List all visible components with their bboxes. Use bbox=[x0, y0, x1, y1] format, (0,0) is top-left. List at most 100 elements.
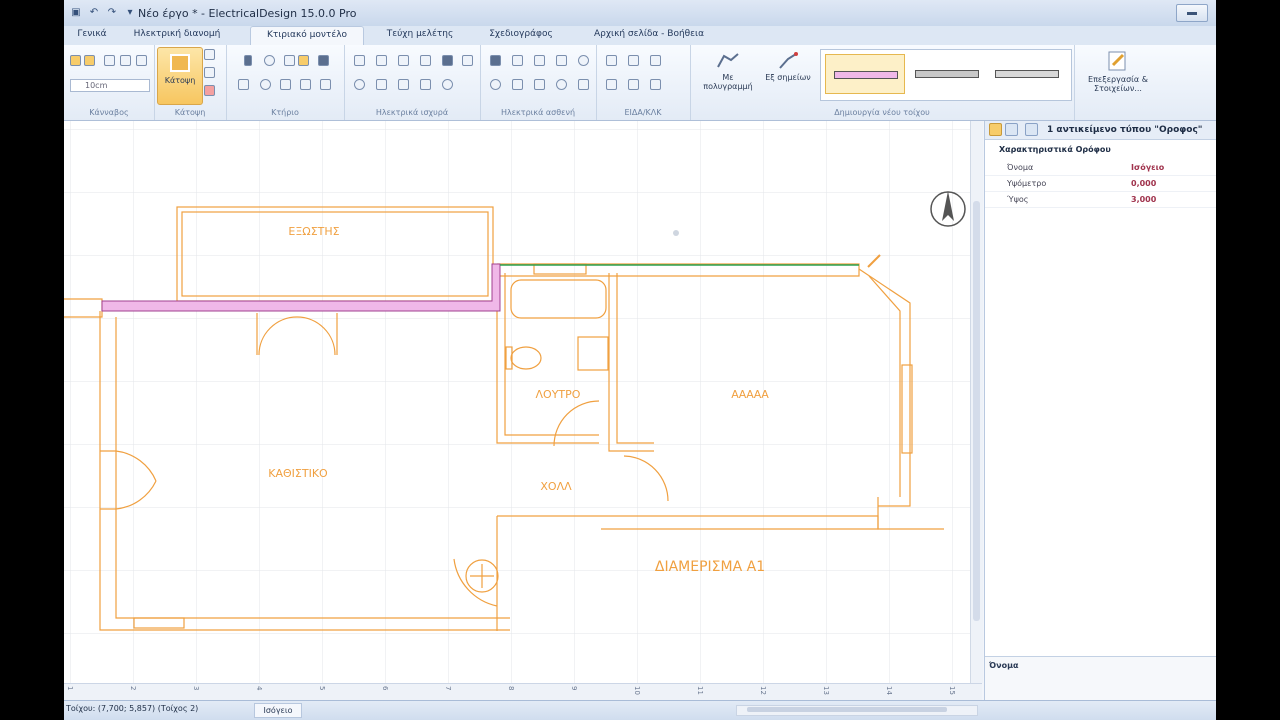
tab-general[interactable]: Γενικά bbox=[68, 29, 116, 39]
wall-lamp-icon[interactable] bbox=[420, 55, 431, 66]
klk-icon-3[interactable] bbox=[650, 79, 661, 90]
tab-electrical-distribution[interactable]: Ηλεκτρική διανομή bbox=[126, 29, 228, 39]
lamp-icon[interactable] bbox=[354, 55, 365, 66]
wall-tool-icon[interactable] bbox=[318, 55, 329, 66]
property-value[interactable]: 0,000 bbox=[1131, 179, 1156, 188]
property-name: Ύψος bbox=[1007, 195, 1029, 204]
spot-icon[interactable] bbox=[398, 55, 409, 66]
quick-access-toolbar: ▣ ↶ ↷ ▾ bbox=[70, 6, 136, 18]
horizontal-scrollbar[interactable] bbox=[736, 705, 978, 716]
property-value[interactable]: 3,000 bbox=[1131, 195, 1156, 204]
hand-tool-icon[interactable] bbox=[298, 55, 309, 66]
eida-icon-1[interactable] bbox=[606, 55, 617, 66]
grid-settings-icon[interactable] bbox=[104, 55, 115, 66]
window-title: Νέο έργο * - ElectricalDesign 15.0.0 Pro bbox=[138, 7, 357, 20]
zoom-icon[interactable] bbox=[264, 55, 275, 66]
property-value[interactable]: Ισόγειο bbox=[1131, 163, 1164, 172]
klk-icon-1[interactable] bbox=[606, 79, 617, 90]
points-wall-button[interactable]: Εξ σημείων bbox=[762, 51, 814, 82]
grid-lock-icon[interactable] bbox=[136, 55, 147, 66]
tab-study-documents[interactable]: Τεύχη μελέτης bbox=[372, 29, 468, 39]
save-icon[interactable]: ▣ bbox=[70, 6, 82, 18]
group-eida-label: ΕΙΔΑ/ΚΛΚ bbox=[624, 108, 662, 117]
minimize-button[interactable] bbox=[1176, 4, 1208, 22]
ortho-icon[interactable] bbox=[120, 55, 131, 66]
floor-add-icon[interactable] bbox=[204, 49, 215, 60]
eida-icon-3[interactable] bbox=[650, 55, 661, 66]
current-floor-tab[interactable]: Ισόγειο bbox=[254, 703, 302, 718]
undo-icon[interactable]: ↶ bbox=[88, 6, 100, 18]
ruler-tick: 12 bbox=[759, 686, 767, 695]
edit-elements-button[interactable]: Επεξεργασία & Στοιχείων... bbox=[1080, 49, 1156, 93]
network-icon[interactable] bbox=[512, 55, 523, 66]
antenna-icon[interactable] bbox=[534, 55, 545, 66]
tab-drafter[interactable]: Σχεδιογράφος bbox=[474, 29, 568, 39]
intercom-icon[interactable] bbox=[556, 55, 567, 66]
wall-type-2[interactable] bbox=[907, 54, 987, 94]
property-row-name[interactable]: Όνομα Ισόγειο bbox=[985, 161, 1216, 176]
polyline-wall-button[interactable]: Με πολυγραμμή bbox=[700, 51, 756, 91]
group-grid: 10cm Κάνναβος bbox=[64, 45, 155, 120]
alarm-icon[interactable] bbox=[512, 79, 523, 90]
ruler-tick: 3 bbox=[192, 686, 200, 691]
edit-elements-icon bbox=[1108, 51, 1126, 71]
motor-icon[interactable] bbox=[442, 79, 453, 90]
customize-qat-icon[interactable]: ▾ bbox=[124, 6, 136, 18]
property-name: Υψόμετρο bbox=[1007, 179, 1047, 188]
vertical-scroll-thumb[interactable] bbox=[973, 201, 980, 621]
tv-icon[interactable] bbox=[534, 79, 545, 90]
alphabetical-view-icon[interactable] bbox=[1005, 123, 1018, 136]
sort-icon[interactable] bbox=[1025, 123, 1038, 136]
data-outlet-icon[interactable] bbox=[578, 79, 589, 90]
wall-type-gallery bbox=[820, 49, 1072, 101]
ruler-tick: 4 bbox=[255, 686, 263, 691]
column-icon[interactable] bbox=[260, 79, 271, 90]
speaker-icon[interactable] bbox=[490, 55, 501, 66]
camera-icon[interactable] bbox=[578, 55, 589, 66]
switch-icon[interactable] bbox=[354, 79, 365, 90]
text-icon[interactable] bbox=[280, 79, 291, 90]
tab-building-model[interactable]: Κτιριακό μοντέλο bbox=[250, 26, 364, 45]
socket-icon[interactable] bbox=[462, 55, 473, 66]
comment-icon[interactable] bbox=[300, 79, 311, 90]
dimension-icon[interactable] bbox=[320, 79, 331, 90]
floorplan-button[interactable]: Κάτοψη bbox=[157, 47, 203, 105]
bottom-ruler: 1 2 3 4 5 6 7 8 9 10 11 12 13 14 15 bbox=[64, 683, 982, 701]
categorized-view-icon[interactable] bbox=[989, 123, 1002, 136]
room-icon[interactable] bbox=[238, 79, 249, 90]
phone-icon[interactable] bbox=[376, 79, 387, 90]
floor-plan[interactable]: ΕΞΩΣΤΗΣ ΛΟΥΤΡΟ ΑΑΑΑΑ ΚΑΘΙΣΤΙΚΟ ΧΟΛΛ ΔΙΑΜ… bbox=[64, 121, 970, 683]
panel-icon[interactable] bbox=[442, 55, 453, 66]
eida-icon-2[interactable] bbox=[628, 55, 639, 66]
properties-title: 1 αντικείμενο τύπου "Οροφος" bbox=[1047, 125, 1203, 135]
fluorescent-icon[interactable] bbox=[376, 55, 387, 66]
property-row-height[interactable]: Ύψος 3,000 bbox=[985, 193, 1216, 208]
horizontal-scroll-thumb[interactable] bbox=[747, 707, 947, 712]
snap-icon[interactable] bbox=[84, 55, 95, 66]
group-floorplan: Κάτοψη Κάτοψη bbox=[154, 45, 227, 120]
redo-icon[interactable]: ↷ bbox=[106, 6, 118, 18]
board-icon[interactable] bbox=[398, 79, 409, 90]
polyline-wall-label: Με πολυγραμμή bbox=[703, 73, 753, 91]
detector-icon[interactable] bbox=[490, 79, 501, 90]
wall-type-1[interactable] bbox=[825, 54, 905, 94]
clock-icon[interactable] bbox=[556, 79, 567, 90]
pan-icon[interactable] bbox=[284, 55, 295, 66]
room-label-xoll: ΧΟΛΛ bbox=[540, 480, 572, 493]
ribbon-tabs: Γενικά Ηλεκτρική διανομή Κτιριακό μοντέλ… bbox=[64, 26, 1216, 46]
vertical-scrollbar[interactable] bbox=[970, 121, 983, 683]
floor-delete-icon[interactable] bbox=[204, 85, 215, 96]
property-row-elevation[interactable]: Υψόμετρο 0,000 bbox=[985, 177, 1216, 192]
ruler-tick: 9 bbox=[570, 686, 578, 691]
property-category[interactable]: Χαρακτηριστικά Ορόφου bbox=[985, 145, 1216, 158]
grid-step-select[interactable]: 10cm bbox=[70, 79, 150, 92]
tab-home-help[interactable]: Αρχική σελίδα - Βοήθεια bbox=[584, 29, 714, 39]
ruler-tick: 5 bbox=[318, 686, 326, 691]
route-icon[interactable] bbox=[420, 79, 431, 90]
grid-toggle-icon[interactable] bbox=[70, 55, 81, 66]
wall-type-3[interactable] bbox=[987, 54, 1067, 94]
klk-icon-2[interactable] bbox=[628, 79, 639, 90]
floor-copy-icon[interactable] bbox=[204, 67, 215, 78]
select-arrow-icon[interactable] bbox=[244, 55, 252, 66]
drawing-canvas[interactable]: ΕΞΩΣΤΗΣ ΛΟΥΤΡΟ ΑΑΑΑΑ ΚΑΘΙΣΤΙΚΟ ΧΟΛΛ ΔΙΑΜ… bbox=[64, 121, 970, 683]
